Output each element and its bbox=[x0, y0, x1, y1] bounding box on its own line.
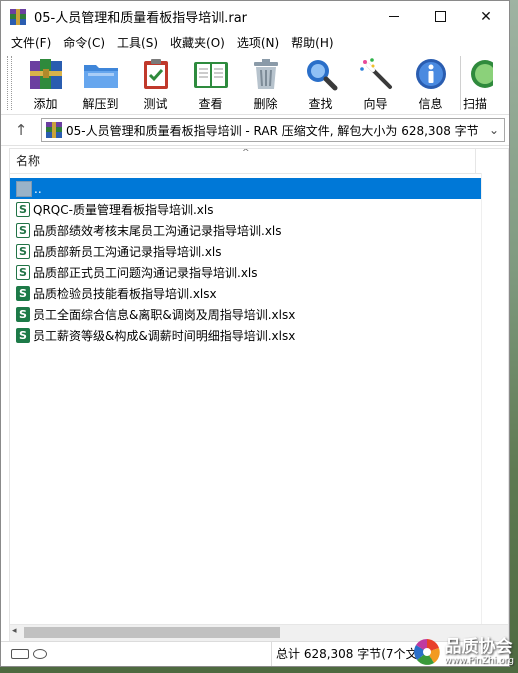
parent-folder-label: .. bbox=[34, 181, 42, 196]
address-bar: ↑ 05-人员管理和质量看板指导培训 - RAR 压缩文件, 解包大小为 628… bbox=[1, 115, 509, 146]
up-arrow-icon[interactable]: ↑ bbox=[1, 121, 41, 139]
watermark: 品质协会 www.PinZhi.org bbox=[412, 637, 514, 667]
drive-icon[interactable] bbox=[11, 649, 29, 659]
extract-to-button[interactable]: 解压到 bbox=[73, 52, 128, 112]
spreadsheet-icon: S bbox=[16, 286, 30, 301]
view-label: 查看 bbox=[198, 97, 223, 111]
add-button[interactable]: 添加 bbox=[18, 52, 73, 112]
test-button[interactable]: 测试 bbox=[128, 52, 183, 112]
scan-button[interactable]: 扫描 bbox=[463, 52, 503, 112]
list-item[interactable]: S 员工全面综合信息&离职&调岗及周指导培训.xlsx bbox=[10, 304, 508, 325]
file-name: 品质部新员工沟通记录指导培训.xls bbox=[33, 245, 222, 259]
chevron-down-icon[interactable]: ⌄ bbox=[484, 123, 504, 137]
vertical-scroll-lane[interactable] bbox=[481, 173, 508, 625]
test-label: 测试 bbox=[143, 97, 168, 111]
magnifier-icon bbox=[302, 56, 340, 92]
delete-button[interactable]: 删除 bbox=[238, 52, 293, 112]
add-label: 添加 bbox=[33, 97, 58, 111]
view-button[interactable]: 查看 bbox=[183, 52, 238, 112]
wizard-button[interactable]: 向导 bbox=[348, 52, 403, 112]
spreadsheet-icon: S bbox=[16, 307, 30, 322]
toolbar: 添加 解压到 测试 查看 删除 查找 向导 信息 扫描 bbox=[1, 52, 509, 115]
winrar-window: 05-人员管理和质量看板指导培训.rar ✕ 文件(F) 命令(C) 工具(S)… bbox=[0, 0, 510, 667]
scan-icon bbox=[463, 56, 501, 92]
watermark-url: www.PinZhi.org bbox=[444, 656, 514, 666]
menu-tools[interactable]: 工具(S) bbox=[111, 34, 164, 51]
find-label: 查找 bbox=[308, 97, 333, 111]
watermark-title: 品质协会 bbox=[444, 637, 513, 657]
open-book-icon bbox=[192, 56, 230, 92]
maximize-icon bbox=[434, 11, 446, 22]
folder-icon bbox=[82, 56, 120, 92]
scrollbar-thumb[interactable] bbox=[24, 627, 280, 638]
spreadsheet-icon: S bbox=[16, 244, 30, 259]
extract-to-label: 解压到 bbox=[82, 97, 119, 111]
list-item[interactable]: S 品质检验员技能看板指导培训.xlsx bbox=[10, 283, 508, 304]
spreadsheet-icon: S bbox=[16, 328, 30, 343]
parent-folder-row[interactable]: .. bbox=[10, 178, 504, 199]
maximize-button[interactable] bbox=[417, 1, 463, 32]
file-name: 品质部绩效考核末尾员工沟通记录指导培训.xls bbox=[33, 224, 282, 238]
clipboard-check-icon bbox=[137, 56, 175, 92]
file-name: 员工薪资等级&构成&调薪时间明细指导培训.xlsx bbox=[33, 329, 296, 343]
close-button[interactable]: ✕ bbox=[463, 1, 509, 32]
toolbar-grip[interactable] bbox=[7, 56, 12, 110]
menu-options[interactable]: 选项(N) bbox=[231, 34, 285, 51]
close-icon: ✕ bbox=[480, 8, 492, 25]
winrar-app-icon bbox=[10, 8, 26, 25]
key-icon[interactable] bbox=[33, 649, 47, 659]
menu-commands[interactable]: 命令(C) bbox=[57, 34, 111, 51]
menu-favorites[interactable]: 收藏夹(O) bbox=[164, 34, 231, 51]
status-text: 总计 628,308 字节(7个文件) bbox=[271, 642, 434, 666]
info-label: 信息 bbox=[418, 97, 443, 111]
address-text: 05-人员管理和质量看板指导培训 - RAR 压缩文件, 解包大小为 628,3… bbox=[66, 123, 479, 138]
minimize-button[interactable] bbox=[371, 1, 417, 32]
spreadsheet-icon: S bbox=[16, 202, 30, 217]
file-list[interactable]: 名称 ^ .. S QRQC-质量管理看板指导培训.xls S 品质部绩效考核末… bbox=[9, 148, 509, 642]
file-name: 品质检验员技能看板指导培训.xlsx bbox=[33, 287, 217, 301]
wizard-label: 向导 bbox=[363, 97, 388, 111]
list-item[interactable]: S 品质部绩效考核末尾员工沟通记录指导培训.xls bbox=[10, 220, 508, 241]
menu-help[interactable]: 帮助(H) bbox=[285, 34, 339, 51]
file-name: QRQC-质量管理看板指导培训.xls bbox=[33, 203, 214, 217]
books-icon bbox=[27, 56, 65, 92]
file-name: 员工全面综合信息&离职&调岗及周指导培训.xlsx bbox=[33, 308, 296, 322]
toolbar-separator bbox=[460, 56, 461, 110]
info-button[interactable]: 信息 bbox=[403, 52, 458, 112]
status-icons bbox=[1, 649, 271, 659]
delete-label: 删除 bbox=[253, 97, 278, 111]
minimize-icon bbox=[389, 16, 399, 17]
list-item[interactable]: S QRQC-质量管理看板指导培训.xls bbox=[10, 199, 508, 220]
list-item[interactable]: S 员工薪资等级&构成&调薪时间明细指导培训.xlsx bbox=[10, 325, 508, 346]
parent-folder-icon bbox=[16, 180, 32, 197]
list-item[interactable]: S 品质部正式员工问题沟通记录指导培训.xls bbox=[10, 262, 508, 283]
scroll-left-icon[interactable]: ◂ bbox=[12, 626, 17, 636]
magic-wand-icon bbox=[357, 56, 395, 92]
address-box[interactable]: 05-人员管理和质量看板指导培训 - RAR 压缩文件, 解包大小为 628,3… bbox=[41, 118, 505, 142]
list-rows: .. S QRQC-质量管理看板指导培训.xls S 品质部绩效考核末尾员工沟通… bbox=[10, 174, 508, 346]
scan-label: 扫描 bbox=[463, 97, 488, 111]
menu-bar: 文件(F) 命令(C) 工具(S) 收藏夹(O) 选项(N) 帮助(H) bbox=[1, 32, 509, 52]
window-title: 05-人员管理和质量看板指导培训.rar bbox=[34, 11, 248, 26]
menu-file[interactable]: 文件(F) bbox=[5, 34, 57, 51]
watermark-logo-icon bbox=[412, 637, 442, 667]
sort-caret-icon: ^ bbox=[242, 148, 250, 158]
spreadsheet-icon: S bbox=[16, 223, 30, 238]
title-bar[interactable]: 05-人员管理和质量看板指导培训.rar ✕ bbox=[1, 1, 509, 32]
archive-icon bbox=[46, 122, 62, 138]
file-name: 品质部正式员工问题沟通记录指导培训.xls bbox=[33, 266, 258, 280]
list-header: 名称 ^ bbox=[10, 149, 508, 174]
spreadsheet-icon: S bbox=[16, 265, 30, 280]
find-button[interactable]: 查找 bbox=[293, 52, 348, 112]
list-item[interactable]: S 品质部新员工沟通记录指导培训.xls bbox=[10, 241, 508, 262]
trash-icon bbox=[247, 56, 285, 92]
info-icon bbox=[412, 56, 450, 92]
